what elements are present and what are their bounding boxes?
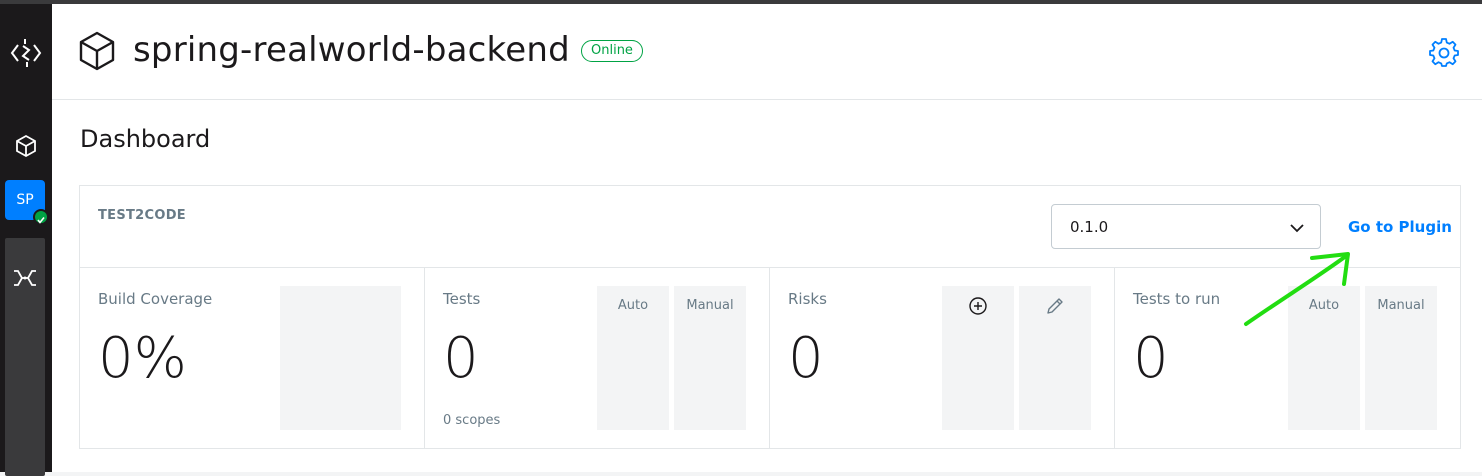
go-to-plugin-link[interactable]: Go to Plugin	[1348, 218, 1452, 236]
metric-value: 0	[443, 326, 479, 391]
column-caption: Manual	[1377, 298, 1425, 313]
test2code-icon[interactable]	[11, 264, 39, 292]
metric-sub: 0 scopes	[443, 413, 501, 428]
page-title: Dashboard	[80, 125, 211, 153]
tests-auto-column: Auto	[597, 286, 669, 430]
build-version-select[interactable]: 0.1.0	[1051, 204, 1321, 249]
metric-risks: Risks 0	[769, 268, 1114, 449]
metric-label: Build Coverage	[98, 290, 213, 308]
metric-value: 0	[1133, 326, 1169, 391]
metric-tests: Tests 0 0 scopes Auto Manual	[424, 268, 769, 449]
gear-icon[interactable]	[1429, 37, 1459, 67]
metric-build-coverage: Build Coverage 0%	[80, 268, 424, 449]
sidebar: SP	[0, 4, 52, 476]
column-caption: Manual	[686, 298, 734, 313]
tests-to-run-manual-column: Manual	[1365, 286, 1437, 430]
metric-label: Tests	[443, 290, 481, 308]
metric-label: Risks	[788, 290, 827, 308]
chevron-down-icon	[1290, 220, 1304, 234]
risks-new-column	[942, 286, 1014, 430]
column-caption: Auto	[617, 298, 649, 313]
check-circle-icon	[33, 209, 49, 225]
pencil-icon	[1045, 296, 1065, 316]
plugin-card: TEST2CODE 0.1.0 Go to Plugin Build Cover…	[79, 185, 1461, 449]
cube-icon	[78, 30, 116, 72]
plus-circle-icon	[968, 296, 988, 316]
metric-value: 0	[788, 326, 824, 391]
metric-value: 0%	[98, 326, 187, 391]
agent-header: spring-realworld-backend Online	[52, 4, 1482, 100]
risks-modified-column	[1019, 286, 1091, 430]
tests-manual-column: Manual	[674, 286, 746, 430]
build-version-value: 0.1.0	[1070, 218, 1109, 236]
column-caption: Auto	[1308, 298, 1340, 313]
metric-label: Tests to run	[1133, 290, 1221, 308]
main-content: spring-realworld-backend Online Dashboar…	[52, 4, 1482, 472]
plugin-card-header: TEST2CODE 0.1.0 Go to Plugin	[80, 186, 1460, 268]
coverage-chart-placeholder	[280, 286, 401, 430]
cube-icon[interactable]	[12, 132, 40, 160]
tests-to-run-auto-column: Auto	[1288, 286, 1360, 430]
plugins-panel	[5, 238, 45, 476]
status-badge: Online	[581, 40, 643, 62]
agent-title: spring-realworld-backend	[133, 30, 570, 70]
metric-tests-to-run: Tests to run 0 Auto Manual	[1114, 268, 1460, 449]
plugin-name: TEST2CODE	[98, 208, 186, 223]
drill-logo-icon[interactable]	[10, 36, 42, 70]
